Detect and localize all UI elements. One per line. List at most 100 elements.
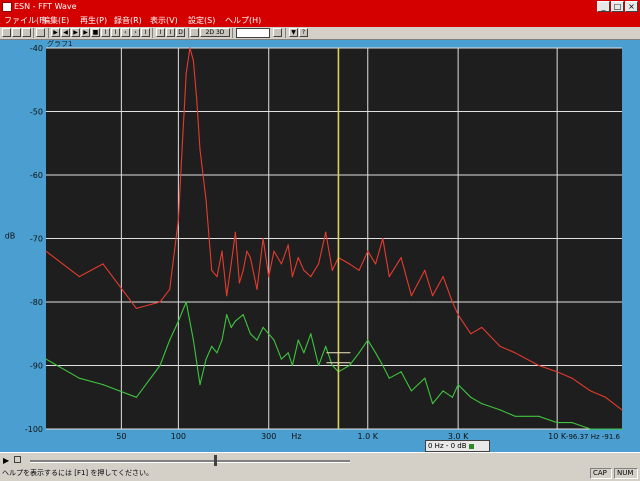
menu-record[interactable]: 録音(R) bbox=[114, 14, 142, 27]
data-point bbox=[331, 364, 333, 367]
data-point bbox=[303, 269, 305, 271]
menu-play[interactable]: 再生(P) bbox=[80, 14, 107, 27]
data-point bbox=[310, 276, 312, 278]
data-point bbox=[621, 428, 623, 430]
data-point bbox=[177, 320, 179, 322]
skip-end-icon[interactable]: I bbox=[111, 28, 120, 37]
close-button[interactable]: × bbox=[625, 1, 638, 12]
cut-icon[interactable] bbox=[36, 28, 45, 37]
stop-icon[interactable]: ■ bbox=[91, 28, 100, 37]
data-point bbox=[499, 345, 501, 347]
y-tick-label: -100 bbox=[25, 425, 43, 434]
data-point bbox=[499, 409, 501, 411]
data-point bbox=[135, 307, 137, 309]
data-point bbox=[287, 352, 289, 354]
data-point bbox=[375, 263, 377, 265]
data-point bbox=[589, 428, 592, 430]
value-readout: -96.37 Hz -91.6 bbox=[566, 433, 621, 441]
data-point bbox=[318, 263, 320, 265]
save-icon[interactable] bbox=[12, 28, 21, 37]
next-icon[interactable]: › bbox=[131, 28, 140, 37]
stop-position-icon[interactable] bbox=[14, 456, 21, 463]
graph-mode-icon[interactable]: 2D 3D A3 bbox=[200, 28, 230, 37]
data-point bbox=[571, 377, 573, 379]
menu-help[interactable]: ヘルプ(H) bbox=[225, 14, 261, 27]
data-point bbox=[604, 396, 607, 398]
status-bar: ▶ ヘルプを表示するには [F1] を押してください。 CAP NUM bbox=[0, 452, 640, 481]
data-point bbox=[216, 352, 218, 354]
position-slider[interactable] bbox=[30, 460, 350, 463]
app-icon bbox=[2, 2, 12, 12]
data-point bbox=[375, 352, 377, 354]
graph-2d-icon[interactable] bbox=[190, 28, 199, 37]
minimize-button[interactable]: _ bbox=[597, 1, 610, 12]
data-point bbox=[234, 231, 236, 233]
zoom-icon[interactable] bbox=[273, 28, 282, 37]
y-tick-label: -80 bbox=[30, 298, 43, 307]
data-point bbox=[135, 396, 137, 398]
play-icon[interactable]: ▶ bbox=[51, 28, 60, 37]
data-point bbox=[199, 384, 201, 386]
skip-start-icon[interactable]: I bbox=[101, 28, 110, 37]
data-point bbox=[291, 364, 293, 367]
cursor-readout-box[interactable]: 0 Hz - 0 dB bbox=[425, 440, 490, 452]
data-point bbox=[189, 47, 191, 49]
data-point bbox=[242, 269, 244, 271]
data-point bbox=[230, 263, 232, 265]
data-point bbox=[604, 428, 607, 430]
data-point bbox=[358, 269, 360, 271]
help-icon[interactable]: ? bbox=[299, 28, 308, 37]
forward-icon[interactable]: ▶ bbox=[71, 28, 80, 37]
menu-edit[interactable]: 編集(E) bbox=[42, 14, 69, 27]
volume-icon[interactable]: I bbox=[156, 28, 165, 37]
data-point bbox=[457, 384, 459, 386]
data-point bbox=[424, 377, 426, 379]
position-slider-thumb[interactable] bbox=[214, 455, 217, 466]
step-icon[interactable]: ▶ bbox=[81, 28, 90, 37]
menu-file[interactable]: ファイル(F) bbox=[4, 14, 47, 27]
rewind-icon[interactable]: ◀ bbox=[61, 28, 70, 37]
menu-settings[interactable]: 設定(S) bbox=[188, 14, 215, 27]
data-point bbox=[273, 339, 275, 341]
data-point bbox=[199, 149, 201, 151]
data-point bbox=[211, 345, 213, 347]
maximize-button[interactable]: □ bbox=[611, 1, 624, 12]
data-point bbox=[382, 237, 384, 240]
mark-in-icon[interactable]: I bbox=[166, 28, 175, 37]
data-point bbox=[325, 345, 327, 347]
delete-icon[interactable]: D bbox=[176, 28, 185, 37]
data-point bbox=[280, 358, 282, 360]
data-point bbox=[556, 371, 558, 373]
data-point bbox=[246, 250, 248, 252]
menu-view[interactable]: 表示(V) bbox=[150, 14, 178, 27]
data-point bbox=[192, 339, 194, 341]
data-point bbox=[470, 333, 472, 335]
spectrum-chart[interactable]: -40-50-60-70-80-90-100dB50 100 300 1.0 K 3.0… bbox=[0, 40, 640, 452]
data-point bbox=[538, 364, 540, 367]
play-position-icon[interactable]: ▶ bbox=[3, 456, 12, 465]
data-point bbox=[442, 390, 444, 392]
data-point bbox=[451, 301, 453, 303]
data-point bbox=[238, 282, 240, 284]
x-tick-label: 300 bbox=[261, 432, 276, 441]
data-point bbox=[234, 320, 236, 322]
data-point bbox=[589, 390, 592, 392]
view-field[interactable] bbox=[236, 28, 270, 38]
data-point bbox=[432, 403, 434, 405]
filter-icon[interactable]: ▼ bbox=[289, 28, 298, 37]
data-point bbox=[348, 263, 350, 265]
data-point bbox=[388, 377, 390, 379]
menu-bar: ファイル(F) 編集(E) 再生(P) 録音(R) 表示(V) 設定(S) ヘル… bbox=[0, 14, 640, 27]
y-axis-label: dB bbox=[5, 232, 16, 241]
data-point bbox=[181, 142, 183, 144]
open-icon[interactable] bbox=[2, 28, 11, 37]
print-icon[interactable] bbox=[22, 28, 31, 37]
prev-icon[interactable]: ‹ bbox=[121, 28, 130, 37]
data-point bbox=[303, 352, 305, 354]
data-point bbox=[280, 263, 282, 265]
data-point bbox=[262, 326, 264, 328]
data-point bbox=[159, 301, 161, 303]
cursor-readout: 0 Hz - 0 dB bbox=[428, 442, 467, 450]
data-point bbox=[400, 371, 402, 373]
marker-icon[interactable]: I bbox=[141, 28, 150, 37]
